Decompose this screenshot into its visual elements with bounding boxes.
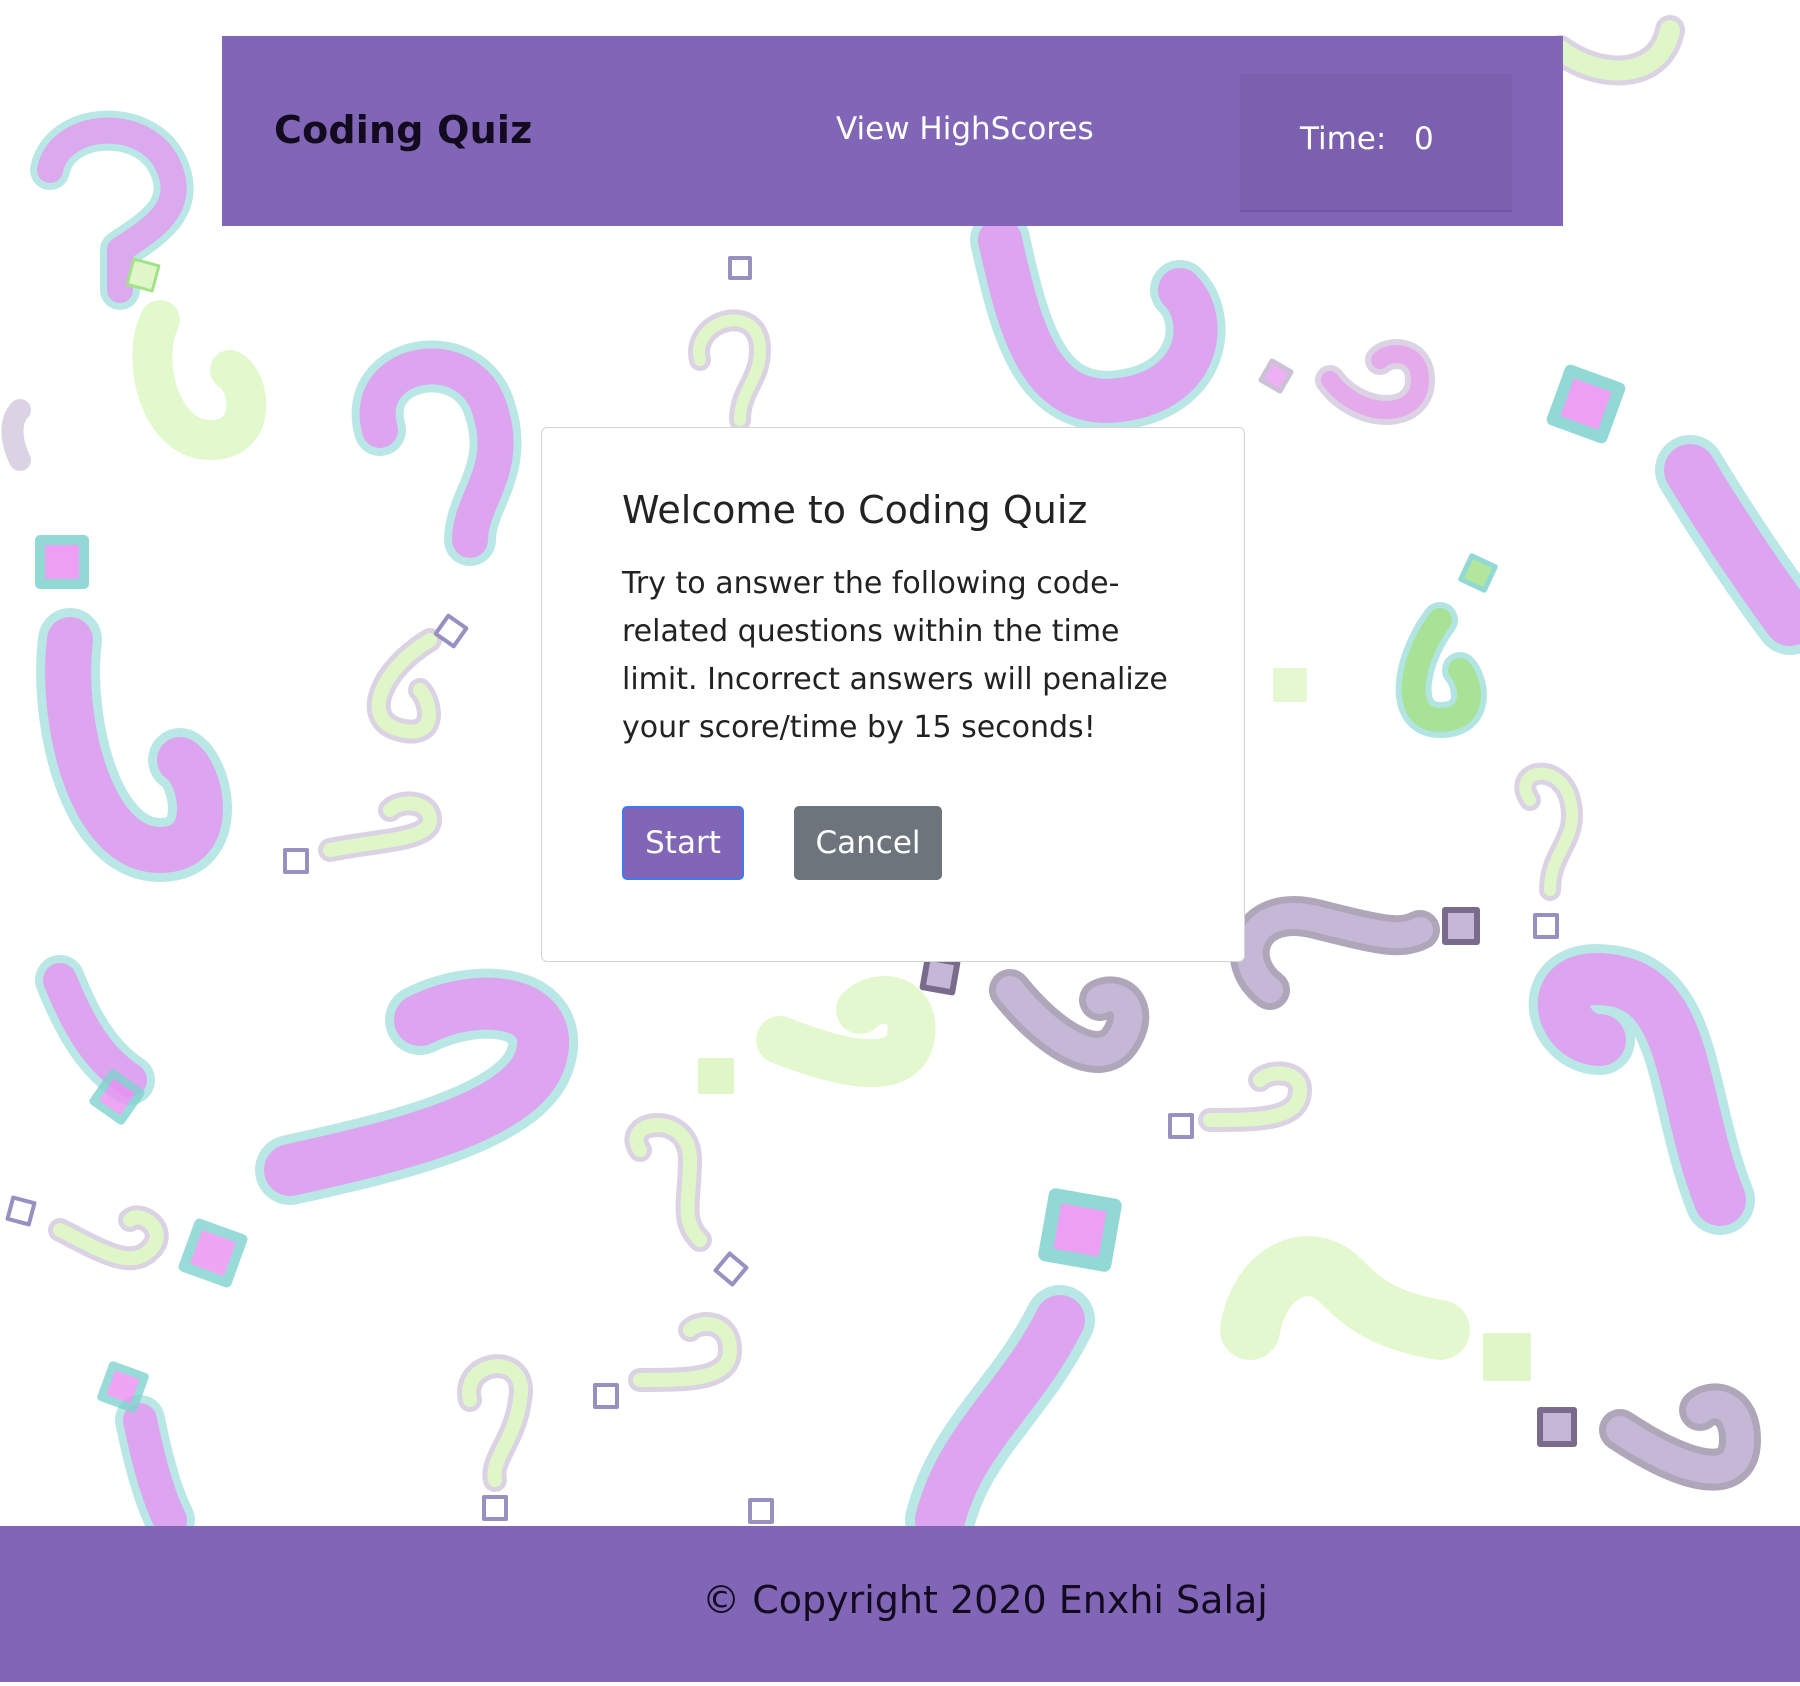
cancel-button[interactable]: Cancel	[794, 806, 942, 880]
top-navbar: Coding Quiz View HighScores Time: 0	[222, 36, 1563, 226]
brand-title: Coding Quiz	[274, 108, 533, 152]
timer-panel: Time: 0	[1240, 74, 1512, 212]
timer-label: Time:	[1300, 121, 1387, 157]
timer-value: 0	[1414, 121, 1434, 157]
welcome-dialog: Welcome to Coding Quiz Try to answer the…	[541, 427, 1245, 962]
copyright-text: © Copyright 2020 Enxhi Salaj	[702, 1578, 1268, 1622]
page-footer: © Copyright 2020 Enxhi Salaj	[0, 1526, 1800, 1682]
dialog-title: Welcome to Coding Quiz	[622, 488, 1088, 532]
dialog-description: Try to answer the following code-related…	[622, 566, 1168, 745]
start-button[interactable]: Start	[622, 806, 744, 880]
view-highscores-link[interactable]: View HighScores	[836, 111, 1094, 147]
